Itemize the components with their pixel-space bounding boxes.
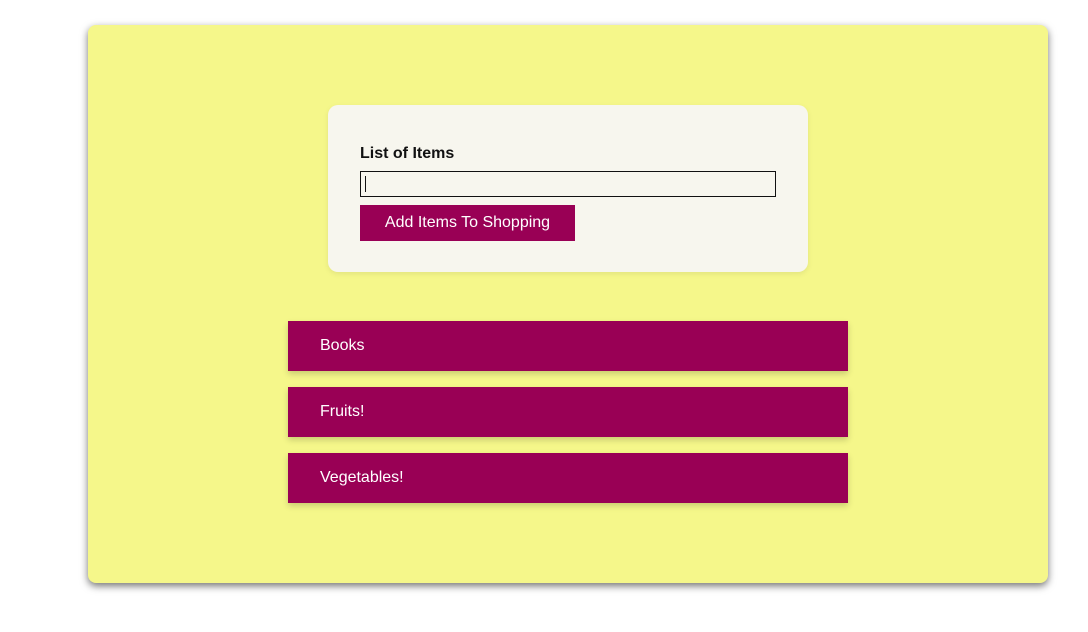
list-item-fruits[interactable]: Fruits! xyxy=(288,387,848,437)
list-of-items-label: List of Items xyxy=(360,145,455,162)
app-panel: List of Items Add Items To Shopping Book… xyxy=(88,25,1048,583)
list-item-books[interactable]: Books xyxy=(288,321,848,371)
add-item-form: List of Items Add Items To Shopping xyxy=(328,105,808,272)
add-items-button[interactable]: Add Items To Shopping xyxy=(360,205,575,241)
list-item-vegetables[interactable]: Vegetables! xyxy=(288,453,848,503)
text-cursor xyxy=(365,176,366,192)
shopping-items-list: Books Fruits! Vegetables! xyxy=(288,321,848,519)
item-input[interactable] xyxy=(360,171,776,197)
